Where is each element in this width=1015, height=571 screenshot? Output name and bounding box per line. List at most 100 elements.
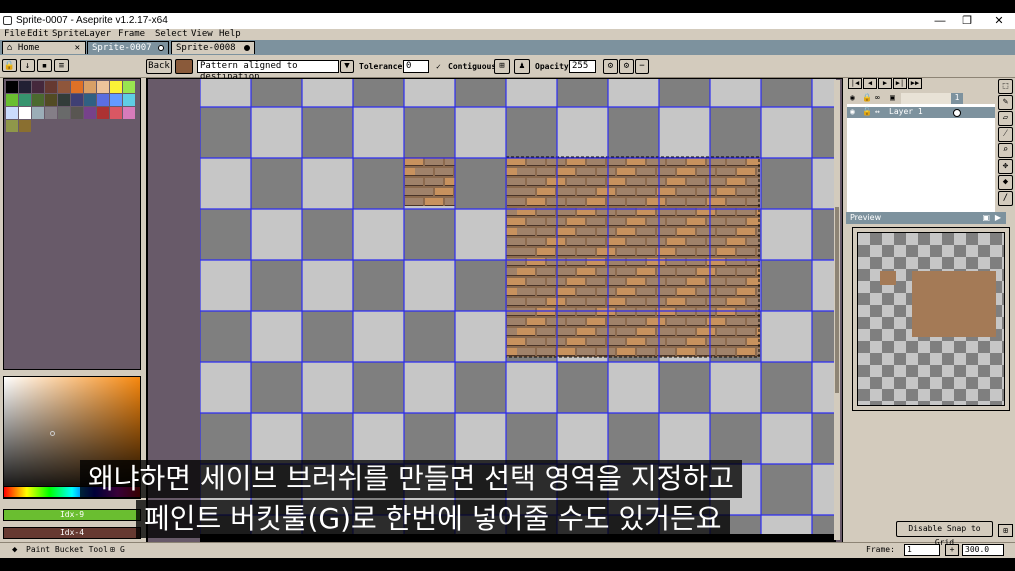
palette-swatch[interactable] xyxy=(19,120,31,132)
brick xyxy=(647,198,665,205)
zoom-tool-icon[interactable]: ⌕ xyxy=(998,143,1013,158)
palette-swatch[interactable] xyxy=(6,107,18,119)
zoom-input[interactable]: 300.0 xyxy=(962,544,1004,556)
cel-icon[interactable] xyxy=(953,109,961,117)
link-icon[interactable]: ∞ xyxy=(875,93,880,103)
scrollbar-thumb[interactable] xyxy=(835,207,839,393)
marquee-tool-icon[interactable]: ⬚ xyxy=(998,79,1013,94)
palette-swatch[interactable] xyxy=(123,94,135,106)
eye-icon[interactable]: ◉ xyxy=(850,107,855,117)
link-icon[interactable]: ↔ xyxy=(875,107,880,117)
layer-row[interactable]: ◉ 🔓 ↔ Layer 1 xyxy=(847,107,995,118)
grid-settings-icon[interactable]: ⊞ xyxy=(998,524,1013,537)
palette-swatch[interactable] xyxy=(84,81,96,93)
palette-swatch[interactable] xyxy=(97,94,109,106)
preview-canvas[interactable] xyxy=(857,232,1005,406)
palette-swatch[interactable] xyxy=(71,94,83,106)
palette-swatch[interactable] xyxy=(110,81,122,93)
gear-icon[interactable]: ⚙ xyxy=(603,59,618,74)
eraser-tool-icon[interactable]: ▱ xyxy=(998,111,1013,126)
preview-close-icon[interactable]: ▶ xyxy=(995,212,1001,224)
play-icon[interactable]: ▶ xyxy=(878,78,892,89)
opacity-input[interactable]: 255 xyxy=(569,60,596,73)
menu-file[interactable]: File xyxy=(4,29,26,40)
pattern-brush-icon[interactable] xyxy=(175,59,193,74)
palette-swatch[interactable] xyxy=(19,107,31,119)
palette-swatch[interactable] xyxy=(71,107,83,119)
palette-swatch[interactable] xyxy=(19,81,31,93)
menu-layer[interactable]: Layer xyxy=(84,29,111,40)
gear-settings-icon[interactable]: ⚙ xyxy=(619,59,634,74)
palette-swatch[interactable] xyxy=(6,120,18,132)
sample-layers-icon[interactable]: ⊞ xyxy=(494,59,510,74)
last-frame-icon[interactable]: ▶▶ xyxy=(908,78,922,89)
palette-swatch[interactable] xyxy=(58,81,70,93)
lock-icon[interactable]: 🔒 xyxy=(862,93,872,103)
palette-swatch[interactable] xyxy=(58,107,70,119)
menu-edit[interactable]: Edit xyxy=(27,29,49,40)
back-button[interactable]: Back xyxy=(146,59,172,74)
preview-cell xyxy=(918,365,930,377)
palette-swatch[interactable] xyxy=(110,107,122,119)
tolerance-input[interactable]: 0 xyxy=(403,60,429,73)
menu-view[interactable]: View xyxy=(191,29,213,40)
palette-swatch[interactable] xyxy=(97,107,109,119)
close-button[interactable]: ✕ xyxy=(984,13,1014,29)
pencil-tool-icon[interactable]: ✎ xyxy=(998,95,1013,110)
tab-home[interactable]: ⌂ Home ✕ xyxy=(2,41,86,54)
prev-frame-icon[interactable]: ◀ xyxy=(863,78,877,89)
minimize-button[interactable]: — xyxy=(925,13,955,29)
minus-icon[interactable]: − xyxy=(635,59,649,74)
tab-sprite-0008[interactable]: Sprite-0008 xyxy=(171,41,255,54)
frame-number[interactable]: 1 xyxy=(951,93,963,104)
disable-snap-button[interactable]: Disable Snap to Grid xyxy=(896,521,993,547)
line-tool-icon[interactable]: / xyxy=(998,191,1013,206)
maximize-button[interactable]: ❐ xyxy=(952,13,982,29)
palette-swatch[interactable] xyxy=(32,107,44,119)
palette-swatch[interactable] xyxy=(123,81,135,93)
chevron-down-icon[interactable]: ▼ xyxy=(340,60,354,73)
palette-swatch[interactable] xyxy=(19,94,31,106)
first-frame-icon[interactable]: |◀ xyxy=(848,78,862,89)
palette-swatch[interactable] xyxy=(84,94,96,106)
palette-swatch[interactable] xyxy=(84,107,96,119)
palette-options-icon[interactable]: ▪ xyxy=(37,59,52,72)
move-tool-icon[interactable]: ✥ xyxy=(998,159,1013,174)
palette-swatch[interactable] xyxy=(6,94,18,106)
pattern-select[interactable]: Pattern aligned to destination xyxy=(197,60,339,82)
palette-swatch[interactable] xyxy=(45,107,57,119)
palette-swatch[interactable] xyxy=(45,81,57,93)
brick xyxy=(597,268,615,275)
foreground-color[interactable]: Idx-9 xyxy=(3,509,141,521)
palette-swatch[interactable] xyxy=(32,81,44,93)
menu-sprite[interactable]: Sprite xyxy=(52,29,85,40)
palette-swatch[interactable] xyxy=(71,81,83,93)
layer-name[interactable]: Layer 1 xyxy=(889,107,923,117)
palette-swatch[interactable] xyxy=(58,94,70,106)
lock-icon[interactable]: 🔓 xyxy=(862,107,872,117)
palette-swatch[interactable] xyxy=(6,81,18,93)
paint-bucket-tool-icon[interactable]: ◆ xyxy=(998,175,1013,190)
menu-frame[interactable]: Frame xyxy=(118,29,145,40)
continuous-icon[interactable]: ▣ xyxy=(890,93,895,103)
picker-cursor[interactable] xyxy=(50,431,55,436)
background-color[interactable]: Idx-4 xyxy=(3,527,141,539)
tab-sprite-0007[interactable]: Sprite-0007 xyxy=(87,41,169,54)
menu-help[interactable]: Help xyxy=(219,29,241,40)
palette-swatch[interactable] xyxy=(123,107,135,119)
lock-palette-icon[interactable]: 🔒 xyxy=(2,59,17,72)
palette-swatch[interactable] xyxy=(32,94,44,106)
palette-swatch[interactable] xyxy=(110,94,122,106)
close-tab-icon[interactable]: ✕ xyxy=(75,42,80,54)
palette-swatch[interactable] xyxy=(45,94,57,106)
sort-palette-icon[interactable]: ↓ xyxy=(20,59,35,72)
palette-swatch[interactable] xyxy=(97,81,109,93)
eyedropper-tool-icon[interactable]: ⁄ xyxy=(998,127,1013,142)
menu-select[interactable]: Select xyxy=(155,29,188,40)
preview-menu-icon[interactable]: ▣ xyxy=(982,212,990,224)
ink-icon[interactable]: ♟ xyxy=(514,59,530,74)
next-frame-icon[interactable]: ▶| xyxy=(893,78,907,89)
palette-menu-icon[interactable]: ≡ xyxy=(54,59,69,72)
eye-icon[interactable]: ◉ xyxy=(850,93,855,103)
check-icon[interactable]: ✓ xyxy=(436,62,441,71)
